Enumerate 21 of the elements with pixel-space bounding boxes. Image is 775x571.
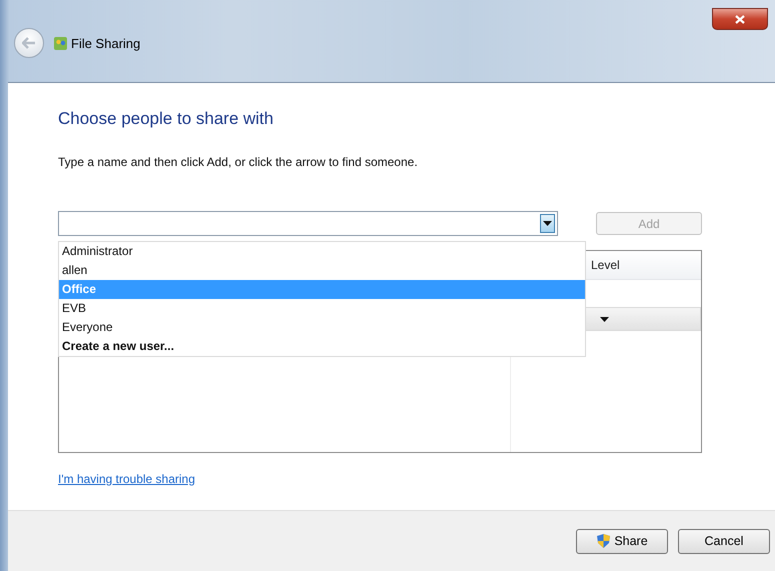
help-link[interactable]: I'm having trouble sharing <box>58 472 196 486</box>
people-icon <box>54 36 67 50</box>
share-button[interactable]: Share <box>576 528 668 554</box>
dialog-heading: Choose people to share with <box>58 109 274 129</box>
dropdown-button[interactable] <box>540 214 555 233</box>
suggestion-item[interactable]: Administrator <box>59 242 585 261</box>
suggestion-item[interactable]: Everyone <box>59 318 585 337</box>
caret-icon <box>600 316 609 322</box>
close-button[interactable] <box>712 8 768 30</box>
suggestion-item[interactable]: EVB <box>59 299 585 318</box>
back-button[interactable] <box>14 28 44 58</box>
caret-icon <box>543 221 552 226</box>
column-header: Level <box>591 258 620 272</box>
cancel-button[interactable]: Cancel <box>678 528 770 554</box>
close-icon <box>735 14 745 24</box>
suggestion-item[interactable]: allen <box>59 261 585 280</box>
back-arrow-icon <box>22 37 36 49</box>
create-user-item[interactable]: Create a new user... <box>59 337 585 356</box>
shield-icon <box>596 533 612 549</box>
instruction-text: Type a name and then click Add, or click the arrow to find someone. <box>58 155 419 169</box>
window-title: File Sharing <box>71 36 140 50</box>
